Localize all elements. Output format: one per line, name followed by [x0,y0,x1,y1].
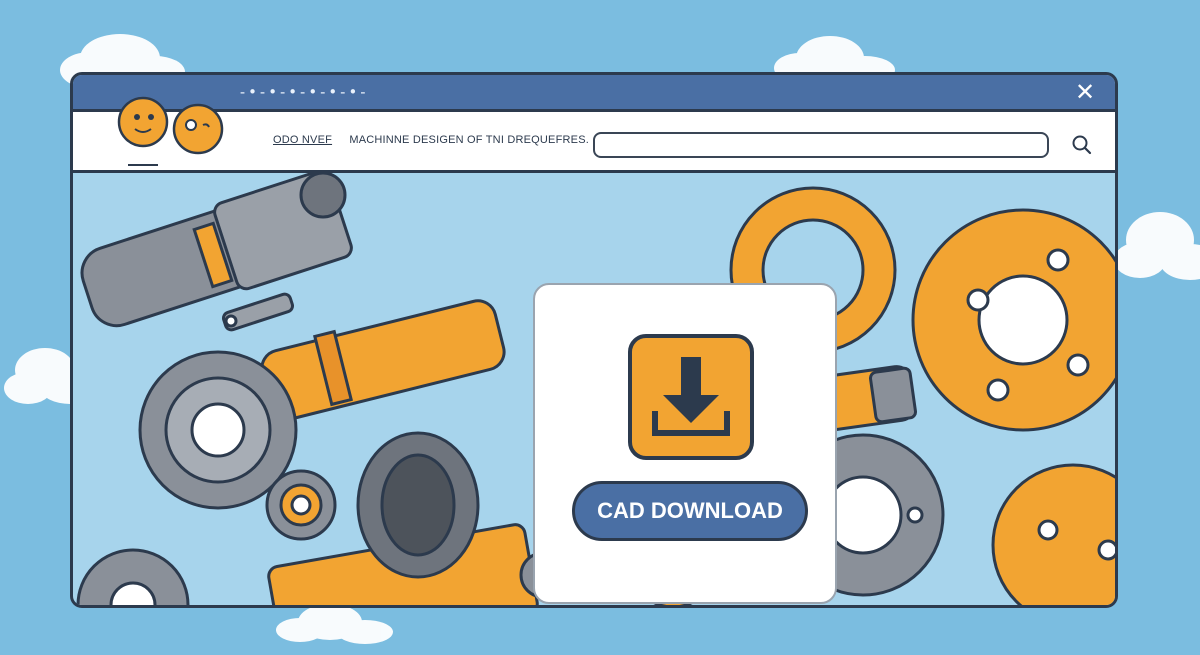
download-modal: CAD DOWNLOAD [533,283,837,604]
search-icon[interactable] [1069,132,1095,158]
small-orange-gear [265,469,337,541]
wrench-illustration [80,169,353,332]
search-input[interactable] [593,132,1049,158]
cloud [1114,212,1200,280]
orange-disk-bottom-right [991,463,1115,605]
close-icon[interactable]: ✕ [1073,81,1097,105]
download-arrow-icon[interactable] [627,333,755,461]
cad-download-button[interactable]: CAD DOWNLOAD [572,481,808,541]
page-title: MACHINNE DESIGEN OF TNI DREQUEFRES. [349,134,589,146]
large-orange-gear [911,208,1115,432]
gear-mascot-logo [117,96,224,166]
gray-gear-bottom-left [76,548,190,605]
orange-shaft-illustration [260,299,506,421]
browser-window: -•-•-•-•-•-•- ✕ ODO NVEF̲ MACHINNE DESIG… [70,72,1118,608]
site-brand: ODO NVEF̲ MACHINNE DESIGEN OF TNI DREQUE… [273,134,589,146]
titlebar-dots: -•-•-•-•-•-•- [238,83,369,101]
cloud [276,604,393,644]
brand-mark: ODO NVEF̲ [273,134,333,146]
